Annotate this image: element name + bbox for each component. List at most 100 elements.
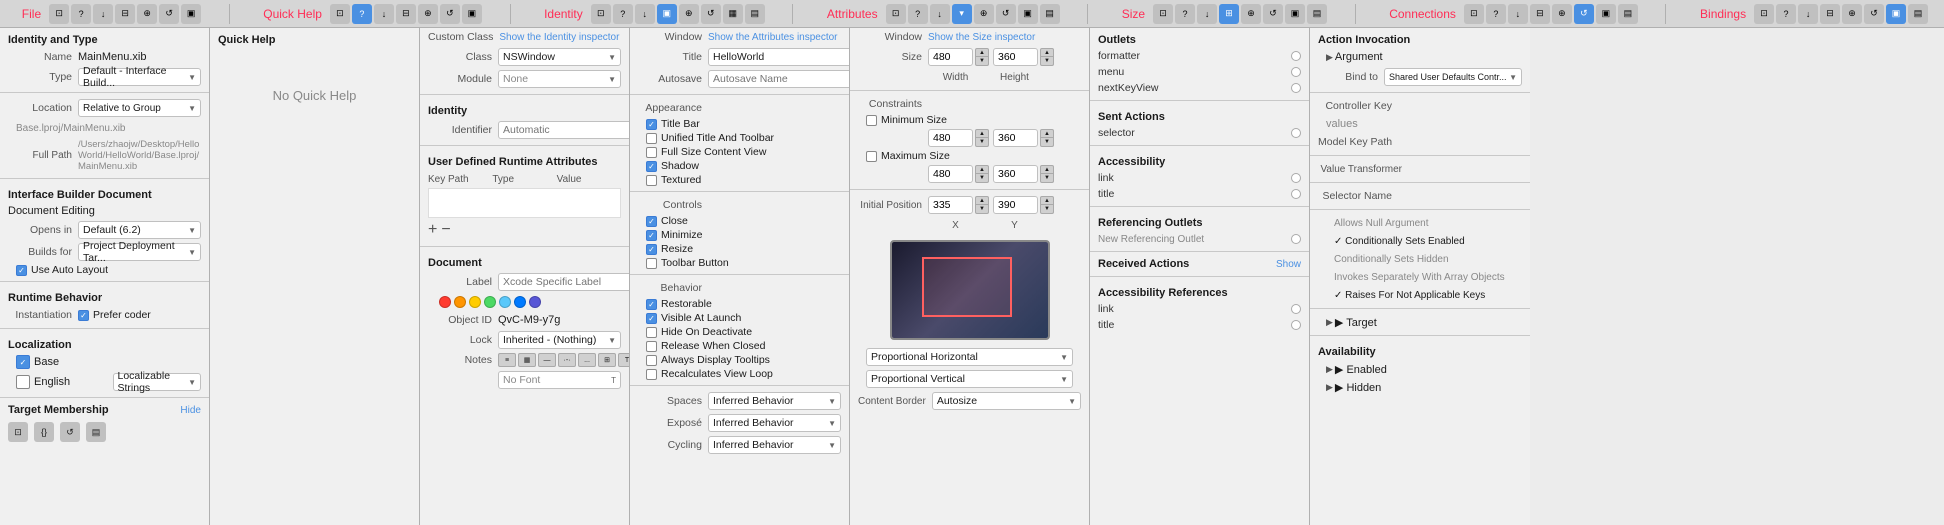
- attr-icon-7[interactable]: ▣: [1018, 4, 1038, 24]
- cb-restorable-box[interactable]: [646, 299, 657, 310]
- attr-autosave-input[interactable]: [708, 70, 850, 88]
- size-icon-7[interactable]: ▣: [1285, 4, 1305, 24]
- cycling-select[interactable]: Inferred Behavior ▼: [708, 436, 841, 454]
- target-disclosure[interactable]: ▶: [1326, 317, 1333, 328]
- opens-in-select[interactable]: Default (6.2) ▼: [78, 221, 201, 239]
- auto-layout-checkbox[interactable]: [16, 265, 27, 276]
- bind-icon-6[interactable]: ↺: [1864, 4, 1884, 24]
- bind-to-select[interactable]: Shared User Defaults Contr... ▼: [1384, 68, 1522, 86]
- cb-close-box[interactable]: [646, 216, 657, 227]
- size-height-up[interactable]: ▲: [1040, 48, 1054, 57]
- min-size-checkbox[interactable]: [866, 115, 877, 126]
- color-dot-lightblue[interactable]: [499, 296, 511, 308]
- file-icon-1[interactable]: ⊡: [49, 4, 69, 24]
- file-icon-7[interactable]: ▣: [181, 4, 201, 24]
- cb-toolbar[interactable]: Toolbar Button: [630, 256, 849, 270]
- max-width-input[interactable]: [928, 165, 973, 183]
- conn-acc-refs-title-circle[interactable]: [1291, 320, 1301, 330]
- cb-titlebar-box[interactable]: [646, 119, 657, 130]
- max-height-input[interactable]: [993, 165, 1038, 183]
- enabled-disclosure[interactable]: ▶: [1326, 364, 1333, 375]
- conn-icon-2[interactable]: ?: [1486, 4, 1506, 24]
- file-type-select[interactable]: Default - Interface Build... ▼: [78, 68, 201, 86]
- show-attr-link[interactable]: Show the Attributes inspector: [708, 32, 841, 43]
- class-select[interactable]: NSWindow ▼: [498, 48, 621, 66]
- builds-for-select[interactable]: Project Deployment Tar... ▼: [78, 243, 201, 261]
- ud-minus-btn[interactable]: −: [441, 221, 450, 239]
- file-icon-5[interactable]: ⊕: [137, 4, 157, 24]
- expose-select[interactable]: Inferred Behavior ▼: [708, 414, 841, 432]
- attr-icon-8[interactable]: ▤: [1040, 4, 1060, 24]
- conn-selector-circle[interactable]: [1291, 128, 1301, 138]
- cb-shadow[interactable]: Shadow: [630, 159, 849, 173]
- size-width-up[interactable]: ▲: [975, 48, 989, 57]
- qh-icon-4[interactable]: ⊟: [396, 4, 416, 24]
- bottom-icon-4[interactable]: ▤: [86, 422, 106, 442]
- conn-icon-4[interactable]: ⊟: [1530, 4, 1550, 24]
- doc-label-input[interactable]: [498, 273, 630, 291]
- id-icon-7[interactable]: ▦: [723, 4, 743, 24]
- file-icon-6[interactable]: ↺: [159, 4, 179, 24]
- cb-fullsize[interactable]: Full Size Content View: [630, 145, 849, 159]
- show-identity-link[interactable]: Show the Identity inspector: [499, 32, 621, 43]
- file-location-select[interactable]: Relative to Group ▼: [78, 99, 201, 117]
- min-height-arrows[interactable]: ▲ ▼: [1040, 129, 1054, 147]
- prop-vertical-select[interactable]: Proportional Vertical ▼: [866, 370, 1073, 388]
- cb-unified-box[interactable]: [646, 133, 657, 144]
- attr-icon-4[interactable]: ▾: [952, 4, 972, 24]
- qh-icon-7[interactable]: ▣: [462, 4, 482, 24]
- cb-releaseclosed-box[interactable]: [646, 341, 657, 352]
- qh-icon-1[interactable]: ⊡: [330, 4, 350, 24]
- attr-icon-2[interactable]: ?: [908, 4, 928, 24]
- auto-layout-row[interactable]: Use Auto Layout: [0, 263, 209, 277]
- cb-resize[interactable]: Resize: [630, 242, 849, 256]
- cb-releaseclosed[interactable]: Release When Closed: [630, 339, 849, 353]
- font-select[interactable]: No Font T: [498, 371, 621, 389]
- id-icon-8[interactable]: ▤: [745, 4, 765, 24]
- cb-visiblelaunch[interactable]: Visible At Launch: [630, 311, 849, 325]
- conn-acc-title-circle[interactable]: [1291, 189, 1301, 199]
- color-dot-green[interactable]: [484, 296, 496, 308]
- cb-restorable[interactable]: Restorable: [630, 297, 849, 311]
- attr-title-input[interactable]: [708, 48, 850, 66]
- cb-toolbar-box[interactable]: [646, 258, 657, 269]
- conn-icon-1[interactable]: ⊡: [1464, 4, 1484, 24]
- show-received-link[interactable]: Show: [1276, 259, 1301, 270]
- conn-acc-link-circle[interactable]: [1291, 173, 1301, 183]
- module-select[interactable]: None ▼: [498, 70, 621, 88]
- bind-icon-1[interactable]: ⊡: [1754, 4, 1774, 24]
- x-arrows[interactable]: ▲ ▼: [975, 196, 989, 214]
- y-arrows[interactable]: ▲ ▼: [1040, 196, 1054, 214]
- id-icon-6[interactable]: ↺: [701, 4, 721, 24]
- lock-select[interactable]: Inherited - (Nothing) ▼: [498, 331, 621, 349]
- attr-icon-3[interactable]: ↓: [930, 4, 950, 24]
- cb-textured[interactable]: Textured: [630, 173, 849, 187]
- conn-icon-3[interactable]: ↓: [1508, 4, 1528, 24]
- size-icon-1[interactable]: ⊡: [1153, 4, 1173, 24]
- cb-titlebar[interactable]: Title Bar: [630, 117, 849, 131]
- id-icon-4[interactable]: ▣: [657, 4, 677, 24]
- size-height-arrows[interactable]: ▲ ▼: [1040, 48, 1054, 66]
- attr-icon-6[interactable]: ↺: [996, 4, 1016, 24]
- notes-btn-6[interactable]: ⊞: [598, 353, 616, 367]
- cb-minimize[interactable]: Minimize: [630, 228, 849, 242]
- size-width-arrows[interactable]: ▲ ▼: [975, 48, 989, 66]
- cb-recalcview[interactable]: Recalculates View Loop: [630, 367, 849, 381]
- cb-tooltips[interactable]: Always Display Tooltips: [630, 353, 849, 367]
- bind-icon-2[interactable]: ?: [1776, 4, 1796, 24]
- color-dot-purple[interactable]: [529, 296, 541, 308]
- size-height-input[interactable]: [993, 48, 1038, 66]
- cb-unified[interactable]: Unified Title And Toolbar: [630, 131, 849, 145]
- qh-icon-2[interactable]: ?: [352, 4, 372, 24]
- prefer-coder-checkbox[interactable]: [78, 310, 89, 321]
- id-icon-5[interactable]: ⊕: [679, 4, 699, 24]
- ud-plus-btn[interactable]: +: [428, 221, 437, 239]
- size-width-input[interactable]: [928, 48, 973, 66]
- size-icon-5[interactable]: ⊕: [1241, 4, 1261, 24]
- cb-resize-box[interactable]: [646, 244, 657, 255]
- cb-textured-box[interactable]: [646, 175, 657, 186]
- hidden-disclosure[interactable]: ▶: [1326, 382, 1333, 393]
- hide-link[interactable]: Hide: [180, 405, 201, 416]
- cb-close[interactable]: Close: [630, 214, 849, 228]
- conn-new-ref-circle[interactable]: [1291, 234, 1301, 244]
